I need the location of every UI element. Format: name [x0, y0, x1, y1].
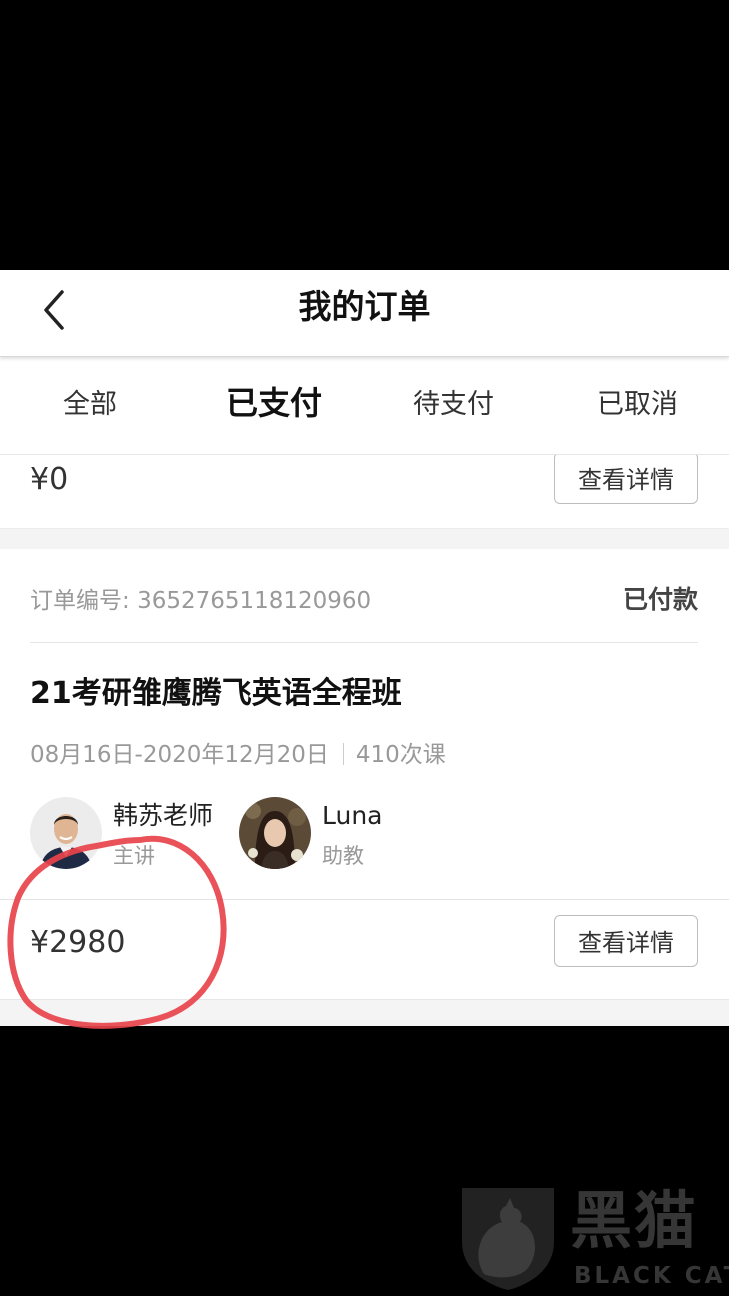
nav-header: 我的订单	[0, 270, 729, 357]
order-screen: 我的订单 全部 已支付 待支付 已取消 ¥0 查看详情 订单编号: 365276…	[0, 270, 729, 1026]
teacher-role: 主讲	[113, 844, 155, 868]
order-number: 订单编号: 3652765118120960	[30, 585, 371, 617]
course-lesson-count: 410次课	[355, 742, 446, 768]
tab-all[interactable]: 全部	[63, 380, 117, 430]
avatar	[30, 797, 102, 869]
divider	[30, 642, 698, 643]
watermark-text-en: BLACK CAT	[574, 1263, 729, 1289]
course-date-range: 08月16日-2020年12月20日	[30, 742, 329, 768]
card-separator	[0, 529, 729, 549]
tab-pending[interactable]: 待支付	[413, 380, 494, 430]
tab-paid[interactable]: 已支付	[226, 378, 322, 428]
teacher-name: Luna	[322, 801, 383, 830]
course-meta: 08月16日-2020年12月20日 410次课	[30, 737, 446, 773]
avatar	[239, 797, 311, 869]
meta-separator	[342, 743, 344, 765]
watermark: 黑猫 BLACK CAT	[458, 1180, 729, 1296]
order-tabs: 全部 已支付 待支付 已取消	[0, 358, 729, 455]
order-detail-button[interactable]: 查看详情	[554, 915, 698, 967]
course-title[interactable]: 21考研雏鹰腾飞英语全程班	[30, 669, 402, 719]
previous-order-detail-button[interactable]: 查看详情	[554, 452, 698, 504]
teacher-role: 助教	[322, 844, 364, 868]
watermark-text-cn: 黑猫	[570, 1184, 699, 1257]
previous-order-price: ¥0	[30, 462, 69, 497]
order-number-label: 订单编号:	[30, 588, 130, 614]
previous-order-footer: ¥0 查看详情	[0, 452, 729, 529]
tab-cancelled[interactable]: 已取消	[597, 380, 678, 430]
cat-shield-icon	[462, 1188, 554, 1290]
teacher-name: 韩苏老师	[113, 801, 214, 830]
order-number-value: 3652765118120960	[137, 588, 372, 614]
bottom-separator	[0, 999, 729, 1026]
order-price: ¥2980	[30, 925, 126, 960]
divider	[0, 899, 729, 900]
order-card[interactable]: 订单编号: 3652765118120960 已付款 21考研雏鹰腾飞英语全程班…	[0, 549, 729, 999]
order-status-badge: 已付款	[622, 585, 698, 614]
page-title: 我的订单	[298, 287, 431, 326]
